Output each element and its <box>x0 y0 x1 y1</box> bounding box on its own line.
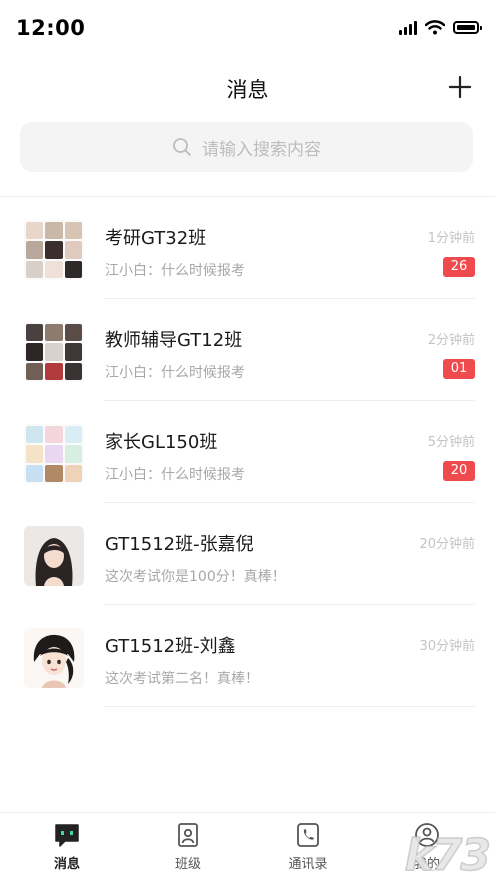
conversation-title: 教师辅导GT12班 <box>105 330 243 351</box>
group-avatar <box>24 322 84 382</box>
status-bar: 12:00 <box>0 0 495 56</box>
status-time: 12:00 <box>16 16 86 40</box>
conversation-title: 家长GL150班 <box>105 432 218 453</box>
tab-label: 通讯录 <box>288 857 328 872</box>
conversation-time: 1分钟前 <box>427 231 475 246</box>
unread-badge: 01 <box>443 359 475 379</box>
tab-profile[interactable]: 我的 <box>382 821 472 872</box>
search-placeholder: 请输入搜索内容 <box>202 139 321 160</box>
conversation-item[interactable]: 考研GT32班 江小白：什么时候报考 1分钟前 26 <box>0 197 495 299</box>
conversation-item[interactable]: 家长GL150班 江小白：什么时候报考 5分钟前 20 <box>0 401 495 503</box>
search-icon <box>173 138 191 156</box>
tab-class[interactable]: 班级 <box>143 821 233 872</box>
conversation-time: 5分钟前 <box>427 435 475 450</box>
page-title: 消息 <box>226 78 269 102</box>
add-icon[interactable] <box>447 74 473 100</box>
conversation-time: 2分钟前 <box>427 333 475 348</box>
conversation-time: 20分钟前 <box>419 537 475 552</box>
tab-label: 消息 <box>53 857 80 872</box>
tab-bar: 消息 班级 通讯录 我的 <box>0 812 495 881</box>
conversation-item[interactable]: GT1512班-张嘉倪 这次考试你是100分！真棒！ 20分钟前 <box>0 503 495 605</box>
wifi-icon <box>425 20 445 35</box>
conversation-preview: 江小白：什么时候报考 <box>105 365 245 381</box>
conversation-time: 30分钟前 <box>419 639 475 654</box>
conversation-preview: 江小白：什么时候报考 <box>105 467 245 483</box>
status-icons <box>399 20 482 35</box>
group-avatar <box>24 424 84 484</box>
unread-badge: 20 <box>443 461 475 481</box>
contacts-icon <box>297 823 319 847</box>
user-avatar <box>24 526 84 586</box>
conversation-title: 考研GT32班 <box>105 228 207 249</box>
tab-label: 班级 <box>174 857 201 872</box>
user-avatar <box>24 628 84 688</box>
conversation-title: GT1512班-刘鑫 <box>105 636 236 657</box>
unread-badge: 26 <box>443 257 475 277</box>
signal-icon <box>399 20 417 35</box>
group-avatar <box>24 220 84 280</box>
chat-icon <box>55 824 79 847</box>
nav-bar: 消息 <box>0 64 495 112</box>
search-input[interactable]: 请输入搜索内容 <box>20 122 473 172</box>
conversation-preview: 江小白：什么时候报考 <box>105 263 245 279</box>
conversation-title: GT1512班-张嘉倪 <box>105 534 254 555</box>
tab-messages[interactable]: 消息 <box>22 821 112 872</box>
tab-contacts[interactable]: 通讯录 <box>263 821 353 872</box>
battery-icon <box>453 21 482 34</box>
conversation-list: 考研GT32班 江小白：什么时候报考 1分钟前 26 教师辅导GT12班 江小白… <box>0 196 495 707</box>
conversation-item[interactable]: 教师辅导GT12班 江小白：什么时候报考 2分钟前 01 <box>0 299 495 401</box>
tab-label: 我的 <box>413 857 440 872</box>
conversation-item[interactable]: GT1512班-刘鑫 这次考试第二名！真棒！ 30分钟前 <box>0 605 495 707</box>
conversation-preview: 这次考试你是100分！真棒！ <box>105 569 286 585</box>
profile-icon <box>415 823 439 847</box>
class-icon <box>178 823 198 847</box>
conversation-preview: 这次考试第二名！真棒！ <box>105 671 259 687</box>
